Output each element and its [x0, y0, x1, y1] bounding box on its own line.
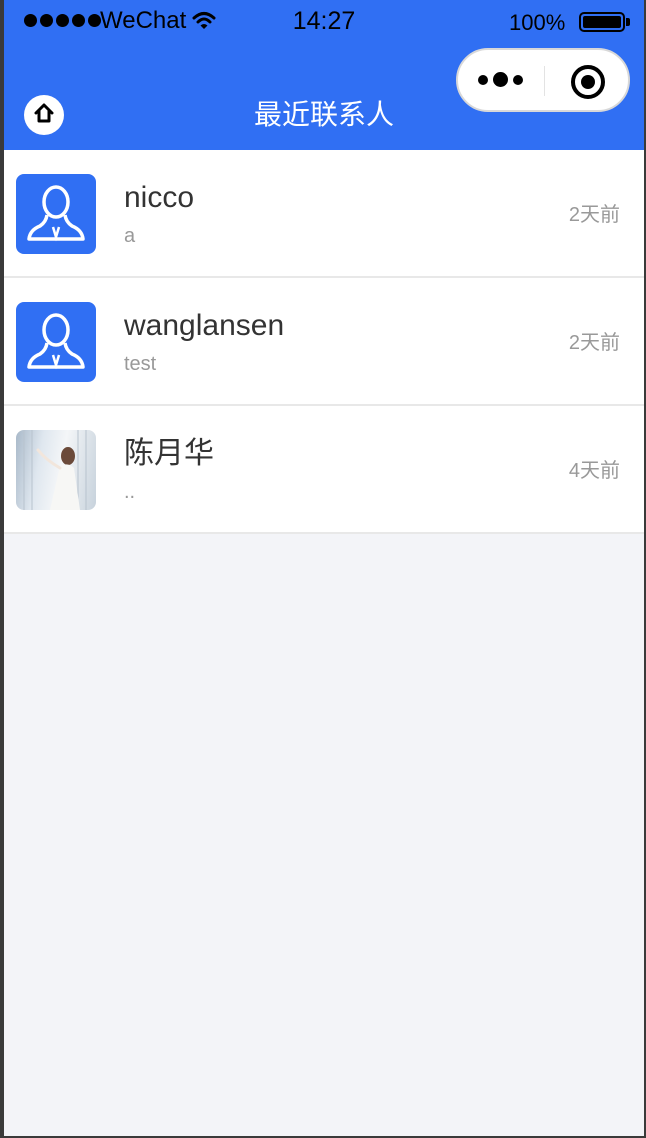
battery-icon: [579, 12, 625, 32]
message-time: 4天前: [568, 460, 620, 482]
avatar: [16, 302, 96, 382]
status-bar: WeChat 14:27 100%: [4, 0, 644, 44]
battery-tip: [626, 18, 630, 26]
message-time: 2天前: [568, 332, 620, 354]
battery-percentage: 100%: [509, 10, 566, 35]
contact-list: nicco a 2天前 wanglansen test 2天前 陈月华 .. 4…: [4, 150, 644, 534]
last-message: ..: [124, 481, 136, 503]
page-title: 最近联系人: [253, 99, 394, 130]
contact-name: nicco: [124, 181, 195, 214]
user-silhouette-icon: [16, 185, 96, 254]
message-time: 2天前: [568, 204, 620, 226]
contact-item[interactable]: wanglansen test 2天前: [4, 278, 644, 406]
last-message: test: [124, 353, 157, 375]
last-message: a: [124, 225, 136, 247]
more-dots-icon[interactable]: [478, 72, 523, 87]
avatar: [16, 174, 96, 254]
phone-screen: WeChat 14:27 100% 最近联系人 nicco a 2天前 wang…: [4, 0, 644, 1136]
capsule-divider: [544, 66, 545, 96]
contact-name: 陈月华: [124, 437, 214, 470]
header: WeChat 14:27 100% 最近联系人: [4, 0, 644, 150]
close-miniprogram-icon[interactable]: [571, 65, 605, 99]
contact-name: wanglansen: [124, 309, 285, 342]
avatar-photo: [16, 430, 96, 510]
user-silhouette-icon: [16, 313, 96, 382]
contact-item[interactable]: nicco a 2天前: [4, 150, 644, 278]
contact-item[interactable]: 陈月华 .. 4天前: [4, 406, 644, 534]
